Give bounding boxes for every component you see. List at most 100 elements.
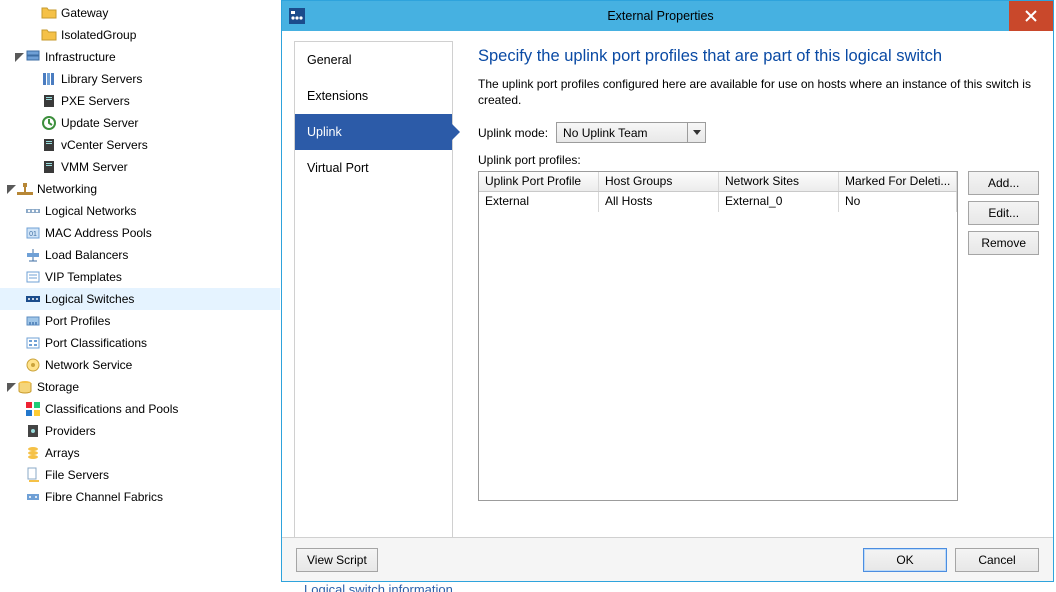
no-caret [14,357,25,373]
mac-icon: 01 [25,225,41,241]
net-service-icon [25,357,41,373]
expand-caret-icon[interactable] [14,49,25,65]
close-button[interactable] [1009,1,1053,31]
tree-item-networking[interactable]: Networking [0,178,280,200]
dialog-body: GeneralExtensionsUplinkVirtual Port Spec… [282,31,1053,581]
tree-item-vcenter-servers[interactable]: vCenter Servers [0,134,280,156]
tree-item-mac-address-pools[interactable]: 01MAC Address Pools [0,222,280,244]
no-caret [14,423,25,439]
edit-button[interactable]: Edit... [968,201,1039,225]
no-caret [30,115,41,131]
properties-dialog: External Properties GeneralExtensionsUpl… [281,0,1054,582]
uplink-mode-select[interactable]: No Uplink Team [556,122,706,143]
dialog-icon [282,1,312,31]
tree-item-label: Gateway [61,6,108,20]
storage-icon [17,379,33,395]
vip-icon [25,269,41,285]
tree-item-label: Logical Networks [45,204,136,218]
tree-item-vip-templates[interactable]: VIP Templates [0,266,280,288]
expand-caret-icon[interactable] [6,379,17,395]
dropdown-button[interactable] [687,123,705,142]
cancel-button[interactable]: Cancel [955,548,1039,572]
col-profile[interactable]: Uplink Port Profile [479,172,599,191]
expand-caret-icon[interactable] [6,181,17,197]
no-caret [14,247,25,263]
tree-item-label: Library Servers [61,72,142,86]
profiles-grid[interactable]: Uplink Port Profile Host Groups Network … [478,171,958,501]
content-description: The uplink port profiles configured here… [478,76,1039,108]
no-caret [14,225,25,241]
nav-item-virtual-port[interactable]: Virtual Port [295,150,452,186]
tree-item-port-profiles[interactable]: Port Profiles [0,310,280,332]
tree-item-update-server[interactable]: Update Server [0,112,280,134]
remove-button[interactable]: Remove [968,231,1039,255]
add-button[interactable]: Add... [968,171,1039,195]
tree-item-vmm-server[interactable]: VMM Server [0,156,280,178]
ok-button[interactable]: OK [863,548,947,572]
tree-item-label: File Servers [45,468,109,482]
no-caret [14,467,25,483]
no-caret [30,137,41,153]
svg-text:01: 01 [29,231,37,238]
tree-item-arrays[interactable]: Arrays [0,442,280,464]
nav-tree: Gateway IsolatedGroup Infrastructure Librar… [0,0,280,592]
no-caret [14,269,25,285]
port-class-icon [25,335,41,351]
view-script-button[interactable]: View Script [296,548,378,572]
server-icon [41,159,57,175]
tree-item-file-servers[interactable]: File Servers [0,464,280,486]
tree-item-label: VIP Templates [45,270,122,284]
no-caret [30,5,41,21]
col-host-groups[interactable]: Host Groups [599,172,719,191]
tree-item-label: Logical Switches [45,292,134,306]
col-network-sites[interactable]: Network Sites [719,172,839,191]
tree-item-label: Storage [37,380,79,394]
tree-item-pxe-servers[interactable]: PXE Servers [0,90,280,112]
dialog-title: External Properties [312,1,1009,31]
no-caret [14,313,25,329]
cell-sites: External_0 [719,192,839,212]
class-pool-icon [25,401,41,417]
cell-host_groups: All Hosts [599,192,719,212]
tree-item-load-balancers[interactable]: Load Balancers [0,244,280,266]
tree-item-logical-switches[interactable]: Logical Switches [0,288,280,310]
table-row[interactable]: ExternalAll HostsExternal_0No [479,192,957,212]
tree-item-gateway[interactable]: Gateway [0,2,280,24]
tree-item-providers[interactable]: Providers [0,420,280,442]
file-server-icon [25,467,41,483]
tree-item-logical-networks[interactable]: Logical Networks [0,200,280,222]
tree-item-label: Infrastructure [45,50,116,64]
tree-item-label: PXE Servers [61,94,130,108]
tree-item-network-service[interactable]: Network Service [0,354,280,376]
port-profile-icon [25,313,41,329]
profiles-label: Uplink port profiles: [478,153,1039,167]
tree-item-classifications-and-pools[interactable]: Classifications and Pools [0,398,280,420]
nav-item-general[interactable]: General [295,42,452,78]
no-caret [14,401,25,417]
col-marked[interactable]: Marked For Deleti... [839,172,957,191]
tree-item-infrastructure[interactable]: Infrastructure [0,46,280,68]
network-icon [17,181,33,197]
no-caret [30,71,41,87]
no-caret [14,291,25,307]
tree-item-storage[interactable]: Storage [0,376,280,398]
no-caret [14,335,25,351]
status-text: Logical switch information [299,582,1054,592]
tree-item-port-classifications[interactable]: Port Classifications [0,332,280,354]
profiles-buttons: Add... Edit... Remove [968,171,1039,501]
provider-icon [25,423,41,439]
server-icon [41,93,57,109]
tree-item-library-servers[interactable]: Library Servers [0,68,280,90]
dialog-titlebar: External Properties [282,1,1053,31]
nav-item-extensions[interactable]: Extensions [295,78,452,114]
no-caret [30,159,41,175]
cell-marked: No [839,192,957,212]
tree-item-label: vCenter Servers [61,138,148,152]
tree-item-label: VMM Server [61,160,128,174]
nav-item-uplink[interactable]: Uplink [295,114,452,150]
tree-item-fibre-channel-fabrics[interactable]: Fibre Channel Fabrics [0,486,280,508]
tree-item-isolatedgroup[interactable]: IsolatedGroup [0,24,280,46]
logical-switch-icon [25,291,41,307]
tree-item-label: Classifications and Pools [45,402,178,416]
folder-icon [41,5,57,21]
